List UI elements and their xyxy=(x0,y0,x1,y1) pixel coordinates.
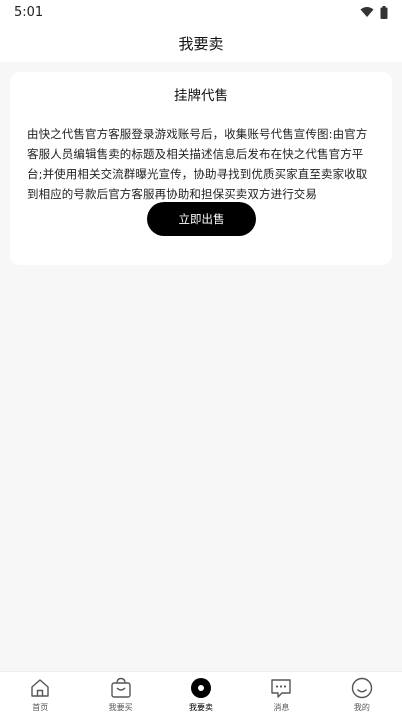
wifi-icon xyxy=(360,7,374,17)
tab-label: 我要卖 xyxy=(189,703,214,712)
page-title: 我要卖 xyxy=(178,34,224,53)
tab-label: 首页 xyxy=(32,703,49,712)
battery-icon xyxy=(380,5,388,19)
sell-icon xyxy=(191,678,212,698)
header: 我要卖 xyxy=(0,24,402,62)
tab-label: 消息 xyxy=(273,703,290,712)
status-icons xyxy=(360,5,388,19)
shopping-bag-icon xyxy=(110,677,131,698)
card-description: 由快之代售官方客服登录游戏账号后，收集账号代售宣传图:由官方客服人员编辑售卖的标… xyxy=(27,127,368,201)
status-time: 5:01 xyxy=(14,4,44,20)
tab-buy[interactable]: 我要买 xyxy=(80,672,160,716)
home-icon xyxy=(31,679,49,697)
tab-messages[interactable]: 消息 xyxy=(241,672,321,716)
sell-now-button[interactable]: 立即出售 xyxy=(147,202,256,236)
profile-icon xyxy=(351,677,373,699)
card-title: 挂牌代售 xyxy=(174,88,228,104)
tab-label: 我要买 xyxy=(108,703,133,712)
message-icon xyxy=(271,679,292,698)
tab-home[interactable]: 首页 xyxy=(0,672,80,716)
tab-profile[interactable]: 我的 xyxy=(322,672,402,716)
tab-label: 我的 xyxy=(353,703,370,712)
listing-card: 挂牌代售 由快之代售官方客服登录游戏账号后，收集账号代售宣传图:由官方客服人员编… xyxy=(10,72,392,265)
tab-sell[interactable]: 我要卖 xyxy=(161,672,241,716)
status-bar: 5:01 xyxy=(0,0,402,24)
tab-bar: 首页 我要买 我要卖 消息 我的 xyxy=(0,671,402,716)
